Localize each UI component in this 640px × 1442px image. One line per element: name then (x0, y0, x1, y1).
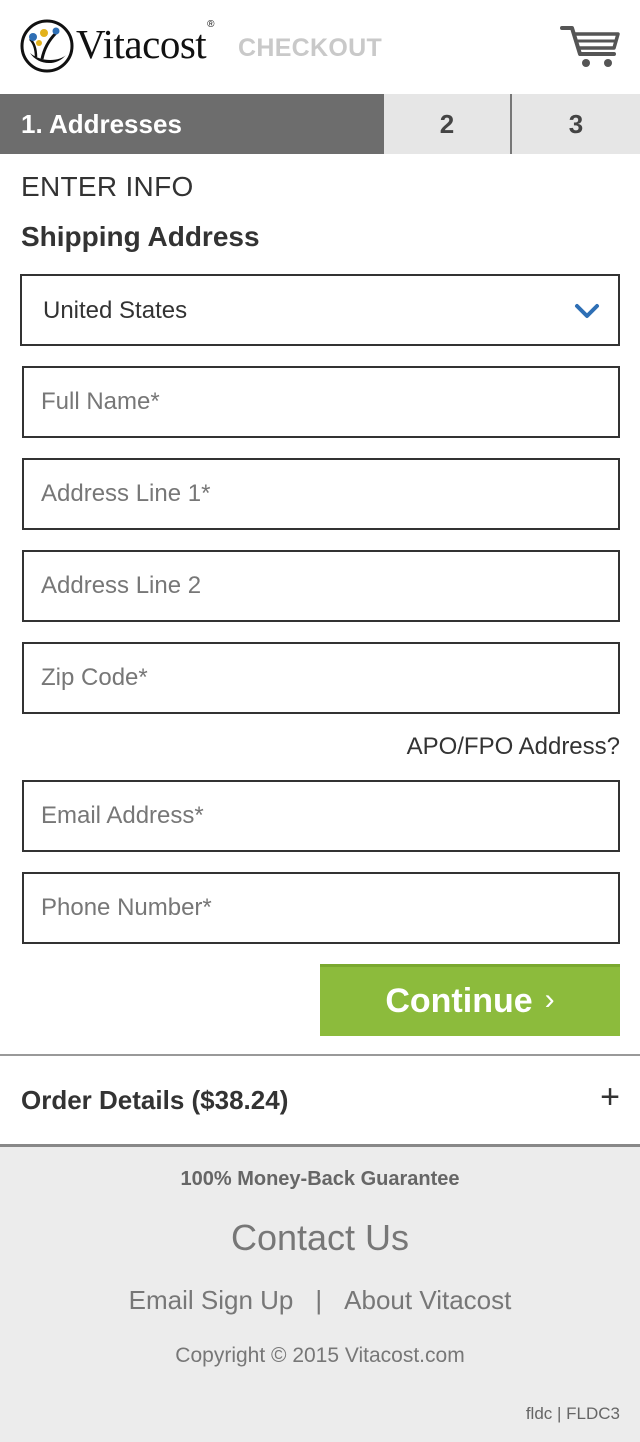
shipping-address-title: Shipping Address (21, 221, 260, 252)
apo-fpo-address-link[interactable]: APO/FPO Address? (407, 733, 620, 761)
order-details-toggle[interactable]: Order Details ($38.24) + (0, 1056, 640, 1144)
zip-code-field[interactable] (22, 642, 620, 714)
address-line-1-field[interactable] (22, 458, 620, 530)
continue-label: Continue (385, 982, 533, 1020)
footer-links: Email Sign Up | About Vitacost (0, 1285, 640, 1316)
vitacost-logo-icon (20, 19, 74, 73)
footer-separator: | (315, 1285, 323, 1315)
money-back-guarantee: 100% Money-Back Guarantee (180, 1168, 460, 1190)
build-info: fldc | FLDC3 (525, 1404, 620, 1423)
section-label: ENTER INFO (21, 171, 194, 202)
plus-icon[interactable]: + (600, 1080, 620, 1114)
order-details-title: Order Details ($38.24) (21, 1085, 289, 1115)
zip-code-input[interactable] (24, 644, 618, 712)
email-address-input[interactable] (24, 782, 618, 850)
step-addresses[interactable]: 1. Addresses (0, 94, 384, 154)
brand-name: Vitacost (76, 21, 207, 67)
footer: 100% Money-Back Guarantee Contact Us Ema… (0, 1147, 640, 1442)
contact-us-link: Contact Us (0, 1217, 640, 1259)
header: Vitacost ® CHECKOUT (0, 0, 640, 94)
chevron-down-icon (575, 304, 599, 318)
step-2[interactable]: 2 (384, 94, 512, 154)
registered-mark: ® (207, 18, 215, 30)
email-address-field[interactable] (22, 780, 620, 852)
phone-number-input[interactable] (24, 874, 618, 942)
copyright: Copyright © 2015 Vitacost.com (175, 1344, 465, 1367)
step-3[interactable]: 3 (512, 94, 640, 154)
vitacost-logo[interactable]: Vitacost ® (20, 18, 215, 74)
continue-button[interactable]: Continue › (320, 964, 620, 1036)
checkout-label: CHECKOUT (238, 34, 383, 62)
address-line-1-input[interactable] (24, 460, 618, 528)
contact-us-label[interactable]: Contact Us (231, 1217, 409, 1258)
shopping-cart-icon[interactable] (560, 22, 622, 70)
address-line-2-field[interactable] (22, 550, 620, 622)
email-sign-up-link[interactable]: Email Sign Up (129, 1285, 294, 1315)
phone-number-field[interactable] (22, 872, 620, 944)
chevron-right-icon: › (544, 982, 555, 1016)
country-select[interactable]: United States (20, 274, 620, 346)
checkout-steps: 1. Addresses 2 3 (0, 94, 640, 154)
address-line-2-input[interactable] (24, 552, 618, 620)
country-value: United States (43, 297, 188, 324)
about-vitacost-link[interactable]: About Vitacost (344, 1285, 511, 1315)
full-name-field[interactable] (22, 366, 620, 438)
full-name-input[interactable] (24, 368, 618, 436)
